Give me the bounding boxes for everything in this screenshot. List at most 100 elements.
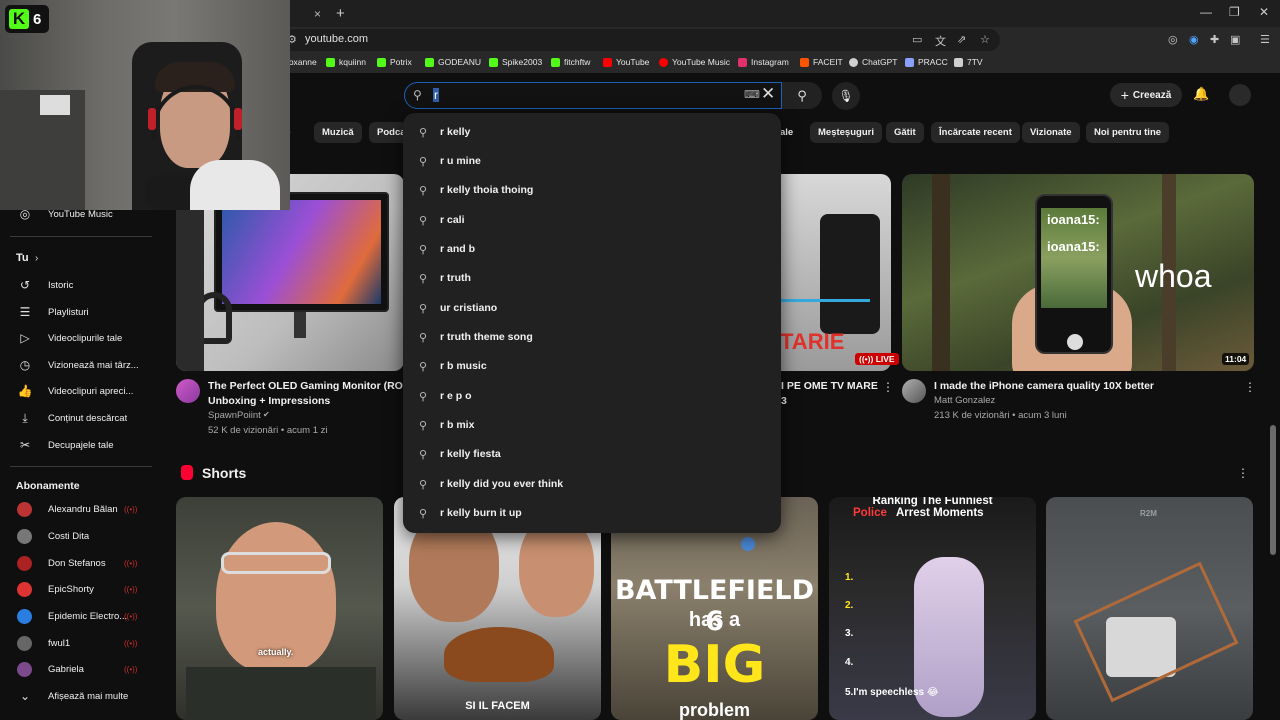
video-title[interactable]: The Perfect OLED Gaming Monitor (ROG (208, 379, 411, 393)
channel-avatar[interactable] (902, 379, 926, 403)
keyboard-icon[interactable]: ⌨ (744, 88, 760, 101)
bookmark[interactable]: Instagram (738, 57, 789, 67)
sidebar-item-playlists[interactable]: ☰ Playlisturi (0, 300, 160, 324)
bookmark[interactable]: roxanne (286, 57, 317, 67)
video-title[interactable]: I made the iPhone camera quality 10X bet… (934, 379, 1154, 393)
bookmark[interactable]: Spike2003 (489, 57, 542, 67)
sidebar-section-you[interactable]: Tu › (0, 246, 160, 270)
video-thumbnail[interactable]: ioana15: ioana15: whoa (902, 174, 1254, 371)
share-icon[interactable]: ⇗ (957, 33, 966, 46)
bookmark-star-icon[interactable]: ☆ (980, 33, 990, 46)
search-suggestion[interactable]: ⚲ r kelly fiesta (403, 439, 781, 468)
notifications-bell-icon[interactable]: 🔔 (1193, 86, 1209, 102)
more-options-icon[interactable]: ⋮ (1237, 466, 1249, 480)
channel-name[interactable]: SpawnPoiint (208, 410, 261, 421)
create-button[interactable]: + Creează (1110, 83, 1182, 107)
bookmark[interactable]: ChatGPT (849, 57, 897, 67)
omnibox[interactable] (282, 29, 1000, 51)
live-indicator-icon: ((•)) (124, 664, 138, 674)
video-title[interactable]: 3 (781, 394, 787, 408)
chip[interactable]: Vizionate (1022, 122, 1080, 143)
chip[interactable]: Meșteșuguri (810, 122, 882, 143)
subscription-item[interactable]: Epidemic Electro... ((•)) (0, 604, 160, 628)
browser-tab[interactable]: × (290, 0, 330, 27)
sidebar-item-downloads[interactable]: ⤓ Conținut descărcat (0, 406, 160, 430)
search-suggestion[interactable]: ⚲ ur cristiano (403, 293, 781, 322)
more-options-icon[interactable]: ⋮ (1244, 380, 1256, 394)
subscription-item[interactable]: fwul1 ((•)) (0, 631, 160, 655)
bookmark[interactable]: PRACC (905, 57, 948, 67)
short-card[interactable]: actually. (176, 497, 383, 720)
live-label: LIVE (875, 354, 895, 364)
tab-close-icon[interactable]: × (314, 7, 321, 21)
show-more-button[interactable]: ⌄ Afișează mai multe (0, 684, 160, 708)
chip[interactable]: Încărcate recent (931, 122, 1020, 143)
bookmark[interactable]: YouTube (603, 57, 649, 67)
subscription-item[interactable]: Don Stefanos ((•)) (0, 551, 160, 575)
search-suggestion[interactable]: ⚲ r and b (403, 234, 781, 263)
search-suggestion[interactable]: ⚲ r b music (403, 351, 781, 380)
clear-search-icon[interactable]: ✕ (761, 84, 775, 104)
sidebar-item-history[interactable]: ↺ Istoric (0, 273, 160, 297)
new-tab-button[interactable]: + (336, 5, 345, 22)
cast-icon[interactable]: ▭ (912, 33, 922, 46)
translate-icon[interactable]: 文 (935, 33, 946, 49)
search-suggestion[interactable]: ⚲ r kelly thoia thoing (403, 175, 781, 204)
bookmark[interactable]: Potrix (377, 57, 412, 67)
maximize-icon[interactable]: ❐ (1229, 5, 1240, 19)
subscription-item[interactable]: Gabriela ((•)) (0, 657, 160, 681)
search-suggestion[interactable]: ⚲ r cali (403, 205, 781, 234)
minimize-icon[interactable]: — (1200, 5, 1212, 19)
search-suggestion[interactable]: ⚲ r truth (403, 263, 781, 292)
chip[interactable]: Muzică (314, 122, 362, 143)
profile-icon[interactable]: ▣ (1230, 33, 1240, 46)
search-suggestion[interactable]: ⚲ r truth theme song (403, 322, 781, 351)
bookmark[interactable]: GODEANU (425, 57, 481, 67)
chip[interactable]: Noi pentru tine (1086, 122, 1170, 143)
voice-search-button[interactable]: 🎙 (832, 82, 860, 110)
channel-avatar[interactable] (176, 379, 200, 403)
short-card[interactable]: Ranking The Funniest Police Arrest Momen… (829, 497, 1036, 720)
page-scrollbar[interactable] (1270, 425, 1276, 555)
more-options-icon[interactable]: ⋮ (882, 380, 894, 394)
subscription-item[interactable]: Alexandru Bălan ((•)) (0, 497, 160, 521)
subscription-item[interactable]: Costi Dita (0, 524, 160, 548)
channel-name[interactable]: Matt Gonzalez (934, 395, 995, 406)
bookmark[interactable]: fitchftw (551, 57, 590, 67)
rank-label: 4. (845, 657, 854, 668)
browser-menu-icon[interactable]: ☰ (1260, 33, 1270, 46)
extensions-puzzle-icon[interactable]: ✚ (1210, 33, 1219, 46)
subscription-item[interactable]: EpicShorty ((•)) (0, 577, 160, 601)
extension-icon[interactable]: ◉ (1189, 33, 1199, 46)
search-query-text[interactable]: r (433, 88, 439, 102)
search-input[interactable] (404, 82, 782, 109)
chip[interactable]: Gătit (886, 122, 924, 143)
search-suggestion[interactable]: ⚲ r b mix (403, 410, 781, 439)
short-burger (444, 627, 554, 682)
search-suggestion[interactable]: ⚲ r e p o (403, 381, 781, 410)
bookmark[interactable]: kquiinn (326, 57, 366, 67)
sidebar-item-clips[interactable]: ✂ Decupajele tale (0, 433, 160, 457)
url-text[interactable]: youtube.com (305, 33, 368, 45)
sidebar-item-watch-later[interactable]: ◷ Vizionează mai târz... (0, 353, 160, 377)
video-title[interactable]: Unboxing + Impressions (208, 394, 330, 408)
video-title[interactable]: I PE OME TV MARE (781, 379, 878, 393)
close-window-icon[interactable]: ✕ (1259, 5, 1269, 19)
chip[interactable]: ale (780, 122, 793, 143)
search-suggestion[interactable]: ⚲ r u mine (403, 146, 781, 175)
bookmark[interactable]: FACEIT (800, 57, 843, 67)
channel-avatar (17, 501, 32, 517)
sidebar-item-your-videos[interactable]: ▷ Videoclipurile tale (0, 326, 160, 350)
sidebar-item-liked-videos[interactable]: 👍 Videoclipuri apreci... (0, 379, 160, 403)
extension-icon[interactable]: ◎ (1168, 33, 1178, 46)
search-button[interactable]: ⚲ (782, 82, 822, 109)
short-card[interactable]: R2M (1046, 497, 1253, 720)
bookmark[interactable]: 7TV (954, 57, 983, 67)
chip[interactable]: Podca (369, 122, 403, 143)
search-suggestion[interactable]: ⚲ r kelly did you ever think (403, 469, 781, 498)
search-suggestion[interactable]: ⚲ r kelly burn it up (403, 498, 781, 527)
bookmark[interactable]: YouTube Music (659, 57, 730, 67)
account-avatar[interactable] (1229, 84, 1251, 106)
search-suggestion[interactable]: ⚲ r kelly (403, 117, 781, 146)
kick-logo-icon: K (9, 9, 29, 29)
